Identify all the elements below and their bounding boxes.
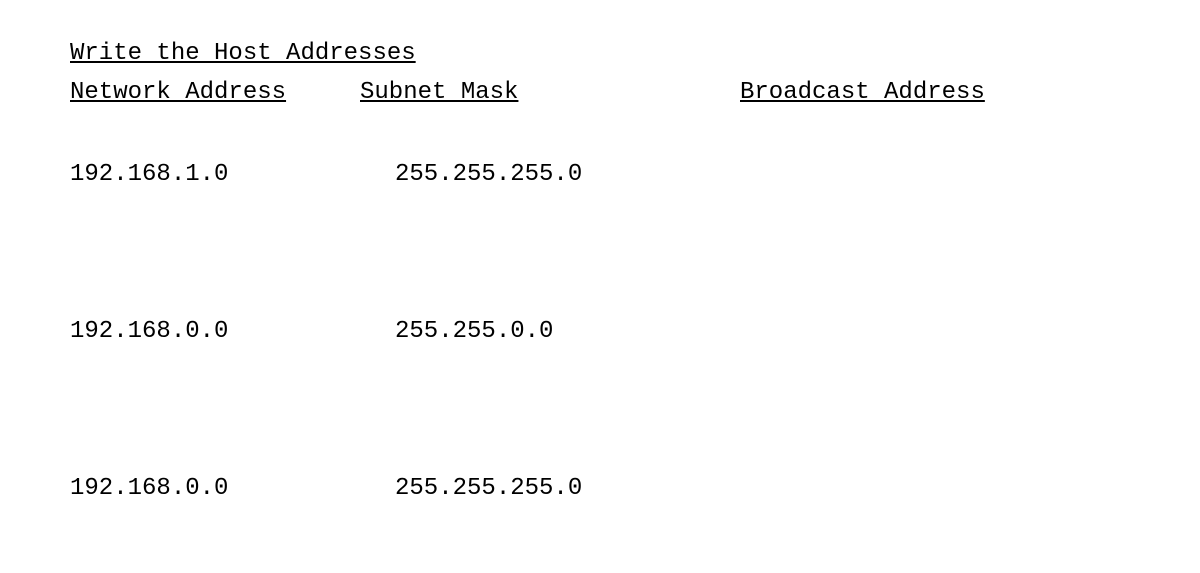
column-headers: Network Address Subnet Mask Broadcast Ad… xyxy=(70,79,1130,106)
table-row: 192.168.0.0 255.255.0.0 xyxy=(70,318,1130,345)
cell-network-address: 192.168.0.0 xyxy=(70,475,360,502)
header-broadcast-address: Broadcast Address xyxy=(740,79,1130,106)
cell-broadcast-address xyxy=(740,318,1130,345)
worksheet-title: Write the Host Addresses xyxy=(70,40,1130,67)
cell-subnet-mask: 255.255.255.0 xyxy=(360,161,740,188)
cell-subnet-mask: 255.255.255.0 xyxy=(360,475,740,502)
header-network-address: Network Address xyxy=(70,79,360,106)
table-row: 192.168.0.0 255.255.255.0 xyxy=(70,475,1130,502)
table-row: 192.168.1.0 255.255.255.0 xyxy=(70,161,1130,188)
header-subnet-mask: Subnet Mask xyxy=(360,79,740,106)
cell-broadcast-address xyxy=(740,475,1130,502)
cell-network-address: 192.168.1.0 xyxy=(70,161,360,188)
cell-subnet-mask: 255.255.0.0 xyxy=(360,318,740,345)
cell-broadcast-address xyxy=(740,161,1130,188)
cell-network-address: 192.168.0.0 xyxy=(70,318,360,345)
